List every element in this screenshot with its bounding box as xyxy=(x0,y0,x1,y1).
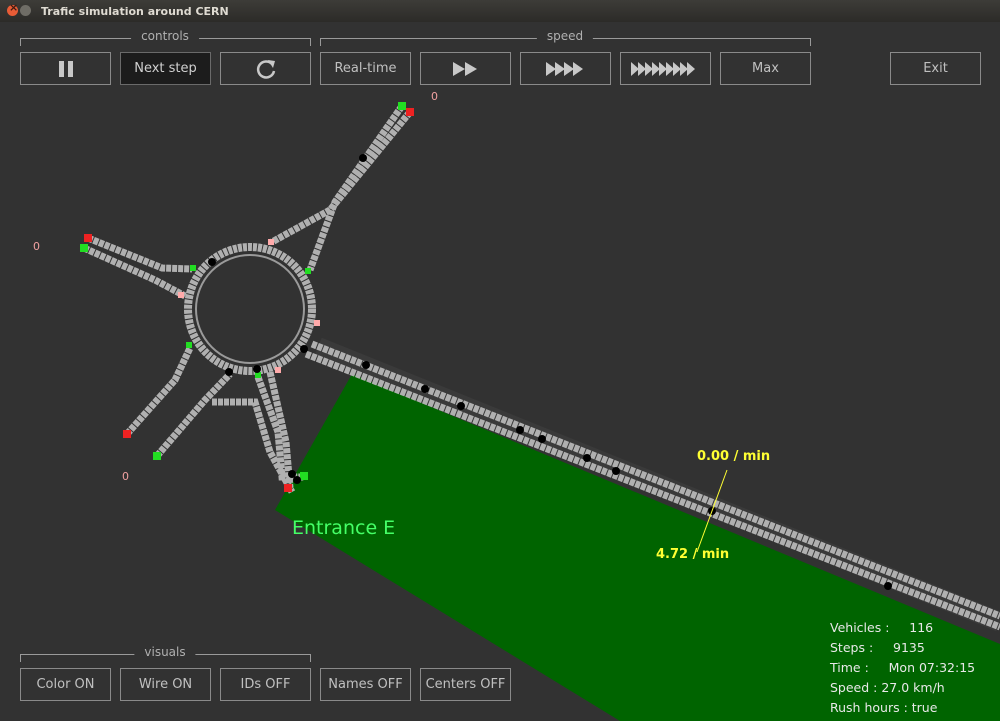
speed-group-label: speed xyxy=(536,29,594,43)
centers-toggle-button[interactable]: Centers OFF xyxy=(420,668,511,701)
restart-button[interactable] xyxy=(220,52,311,85)
fast-forward-2-icon xyxy=(452,61,477,76)
stat-steps: Steps : 9135 xyxy=(830,640,925,655)
close-window-icon[interactable] xyxy=(7,1,18,16)
title-bar: Trafic simulation around CERN xyxy=(0,0,1000,22)
controls-group-label: controls xyxy=(131,29,199,43)
visuals-group-label: visuals xyxy=(134,645,196,659)
rate-in-label: 0.00 / min xyxy=(697,449,771,464)
speed-max-icons-button[interactable] xyxy=(620,52,711,85)
rate-out-label: 4.72 / min xyxy=(656,547,730,562)
window-title: Trafic simulation around CERN xyxy=(41,5,229,18)
stats-panel: Vehicles : 116 Steps : 9135 Time : Mon 0… xyxy=(830,618,975,718)
minimize-window-icon[interactable] xyxy=(20,5,31,16)
stat-rush-hours: Rush hours : true xyxy=(830,700,938,715)
pause-button[interactable] xyxy=(20,52,111,85)
speed-4x-button[interactable] xyxy=(520,52,611,85)
stat-vehicles: Vehicles : 116 xyxy=(830,620,934,635)
realtime-button[interactable]: Real-time xyxy=(320,52,411,85)
traffic-map xyxy=(80,102,1000,721)
counter-bottom: 0 xyxy=(122,470,129,483)
names-toggle-button[interactable]: Names OFF xyxy=(320,668,411,701)
ids-toggle-button[interactable]: IDs OFF xyxy=(220,668,311,701)
simulation-canvas[interactable]: controls Next step speed Real-time Max E… xyxy=(0,22,1000,721)
pause-icon xyxy=(58,60,73,77)
counter-top: 0 xyxy=(431,90,438,103)
refresh-icon xyxy=(256,59,275,79)
fast-forward-9-icon xyxy=(630,61,695,76)
stat-time: Time : Mon 07:32:15 xyxy=(830,660,976,675)
counter-left: 0 xyxy=(33,240,40,253)
entrance-label: Entrance E xyxy=(292,517,396,539)
color-toggle-button[interactable]: Color ON xyxy=(20,668,111,701)
wire-toggle-button[interactable]: Wire ON xyxy=(120,668,211,701)
next-step-button[interactable]: Next step xyxy=(120,52,211,85)
fast-forward-4-icon xyxy=(545,61,583,76)
max-button[interactable]: Max xyxy=(720,52,811,85)
exit-button[interactable]: Exit xyxy=(890,52,981,85)
stat-speed: Speed : 27.0 km/h xyxy=(830,680,945,695)
speed-2x-button[interactable] xyxy=(420,52,511,85)
